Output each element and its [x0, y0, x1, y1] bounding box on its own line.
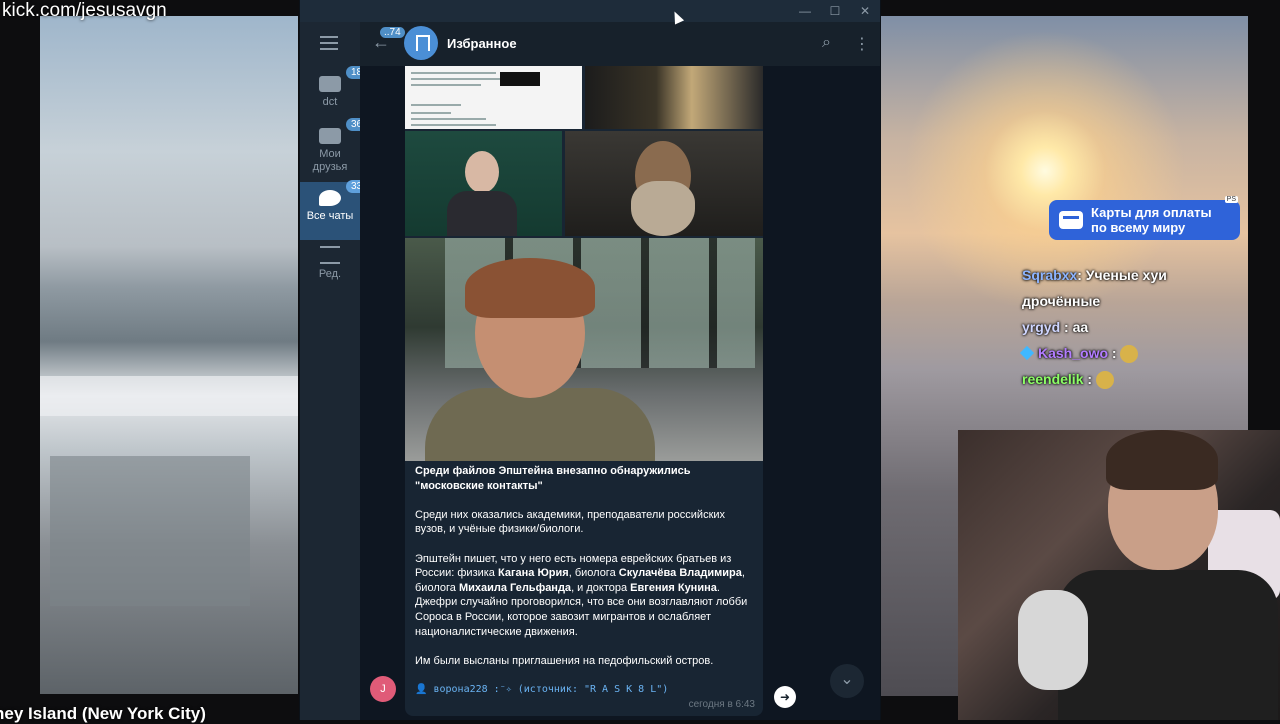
message-paragraph: Им были высланы приглашения на педофильс… — [415, 654, 714, 667]
beach-area — [40, 376, 298, 416]
name-highlight: Кагана Юрия — [497, 567, 569, 580]
chat-title[interactable]: Избранное — [447, 36, 517, 51]
parking-lot-area — [50, 456, 250, 606]
telegram-window: — ☐ ✕ 189 dct 36 Мои друзья 338 Все чаты… — [299, 0, 881, 720]
message-signature-link[interactable]: 👤 ворона228 :⁻✧ (источник: "R A S K 8 L"… — [415, 684, 668, 695]
ad-banner: Карты для оплаты по всему миру PS — [1049, 196, 1240, 240]
webcam-feed — [958, 430, 1280, 720]
forward-icon[interactable]: ➜ — [774, 686, 796, 708]
subscriber-badge-icon — [1019, 345, 1035, 361]
folder-all-chats[interactable]: 338 Все чаты — [300, 180, 373, 240]
chat-username: reendelik — [1022, 371, 1084, 387]
window-titlebar[interactable]: — ☐ ✕ — [300, 0, 880, 22]
message-text: Среди файлов Эпштейна внезапно обнаружил… — [415, 464, 755, 683]
chat-text: : — [1087, 371, 1093, 387]
folder-my-friends[interactable]: 36 Мои друзья — [300, 118, 368, 178]
message-timestamp: сегодня в 6:43 — [688, 699, 755, 710]
location-caption: ney Island (New York City) — [0, 704, 206, 723]
chat-text: : aa — [1064, 319, 1089, 335]
scroll-down-button[interactable]: ⌄ — [830, 664, 864, 698]
card-icon — [1059, 211, 1083, 229]
photo-hand[interactable] — [585, 66, 763, 129]
webcam-person-shirt — [1058, 570, 1278, 720]
photo-bearded-man[interactable] — [565, 131, 763, 236]
folder-label: Ред. — [318, 268, 342, 280]
microphone-icon — [1018, 590, 1088, 690]
ad-badge: PS — [1224, 196, 1238, 203]
more-vertical-icon[interactable]: ⋮ — [854, 34, 870, 54]
folders-sidebar: 189 dct 36 Мои друзья 338 Все чаты Ред. — [300, 22, 373, 720]
chat-text: : — [1111, 345, 1117, 361]
close-button[interactable]: ✕ — [855, 2, 875, 20]
chat-message: Sqrabxx: Ученые хуи дрочённые — [1022, 262, 1232, 314]
chat-message: yrgyd : aa — [1022, 314, 1232, 340]
emote-icon — [1120, 345, 1139, 364]
menu-icon[interactable] — [320, 36, 338, 50]
chat-username: yrgyd — [1022, 319, 1061, 335]
chat-message: Kash_owo : — [1019, 340, 1232, 366]
sliders-icon — [320, 246, 340, 264]
message-paragraph: Эпштейн пишет, что у него есть номера ев… — [415, 552, 748, 638]
folder-label: Мои друзья — [312, 148, 348, 173]
photo-scientist-chalkboard[interactable] — [405, 131, 562, 236]
search-icon[interactable]: ⌕ — [822, 34, 831, 52]
chat-folder-icon: 36 — [319, 118, 368, 144]
photo-man-curly-hair[interactable] — [405, 238, 763, 461]
chat-folder-icon: 189 — [319, 66, 373, 92]
back-unread-badge: ..74 — [380, 27, 405, 38]
folder-label: Все чаты — [306, 210, 354, 222]
sender-avatar[interactable]: J — [370, 676, 396, 702]
photo-document[interactable] — [405, 66, 582, 129]
chat-username: Sqrabxx — [1022, 267, 1078, 283]
name-highlight: Михаила Гельфанда — [458, 581, 572, 594]
ad-text-line1: Карты для оплаты — [1091, 205, 1212, 220]
minimize-button[interactable]: — — [795, 2, 815, 20]
messages-area: Среди файлов Эпштейна внезапно обнаружил… — [360, 66, 880, 720]
name-highlight: Евгения Кунина — [630, 581, 717, 594]
message-bubble[interactable]: Среди файлов Эпштейна внезапно обнаружил… — [405, 66, 763, 716]
chat-username: Kash_owo — [1038, 345, 1109, 361]
chats-bubble-icon: 338 — [319, 180, 373, 206]
stream-watermark: kick.com/jesusavgn — [2, 0, 167, 21]
folder-dct[interactable]: 189 dct — [300, 66, 373, 116]
maximize-button[interactable]: ☐ — [825, 2, 845, 20]
message-headline: Среди файлов Эпштейна внезапно обнаружил… — [415, 465, 691, 492]
chat-header: ← ..74 Избранное ⌕ ⋮ — [360, 22, 880, 66]
folder-edit[interactable]: Ред. — [300, 246, 360, 280]
ad-text: Карты для оплаты по всему миру — [1091, 205, 1212, 235]
folder-label: dct — [322, 96, 338, 108]
stream-background-left — [40, 16, 298, 694]
chat-message: reendelik : — [1022, 366, 1232, 392]
webcam-person-hair — [1106, 430, 1218, 490]
stream-chat: Sqrabxx: Ученые хуи дрочённые yrgyd : aa… — [1019, 262, 1232, 392]
name-highlight: Скулачёва Владимира — [618, 567, 742, 580]
emote-icon — [1095, 371, 1114, 390]
ad-text-line2: по всему миру — [1091, 220, 1186, 235]
saved-messages-bookmark-icon[interactable] — [404, 26, 438, 60]
message-paragraph: Среди них оказались академики, преподава… — [415, 508, 726, 536]
